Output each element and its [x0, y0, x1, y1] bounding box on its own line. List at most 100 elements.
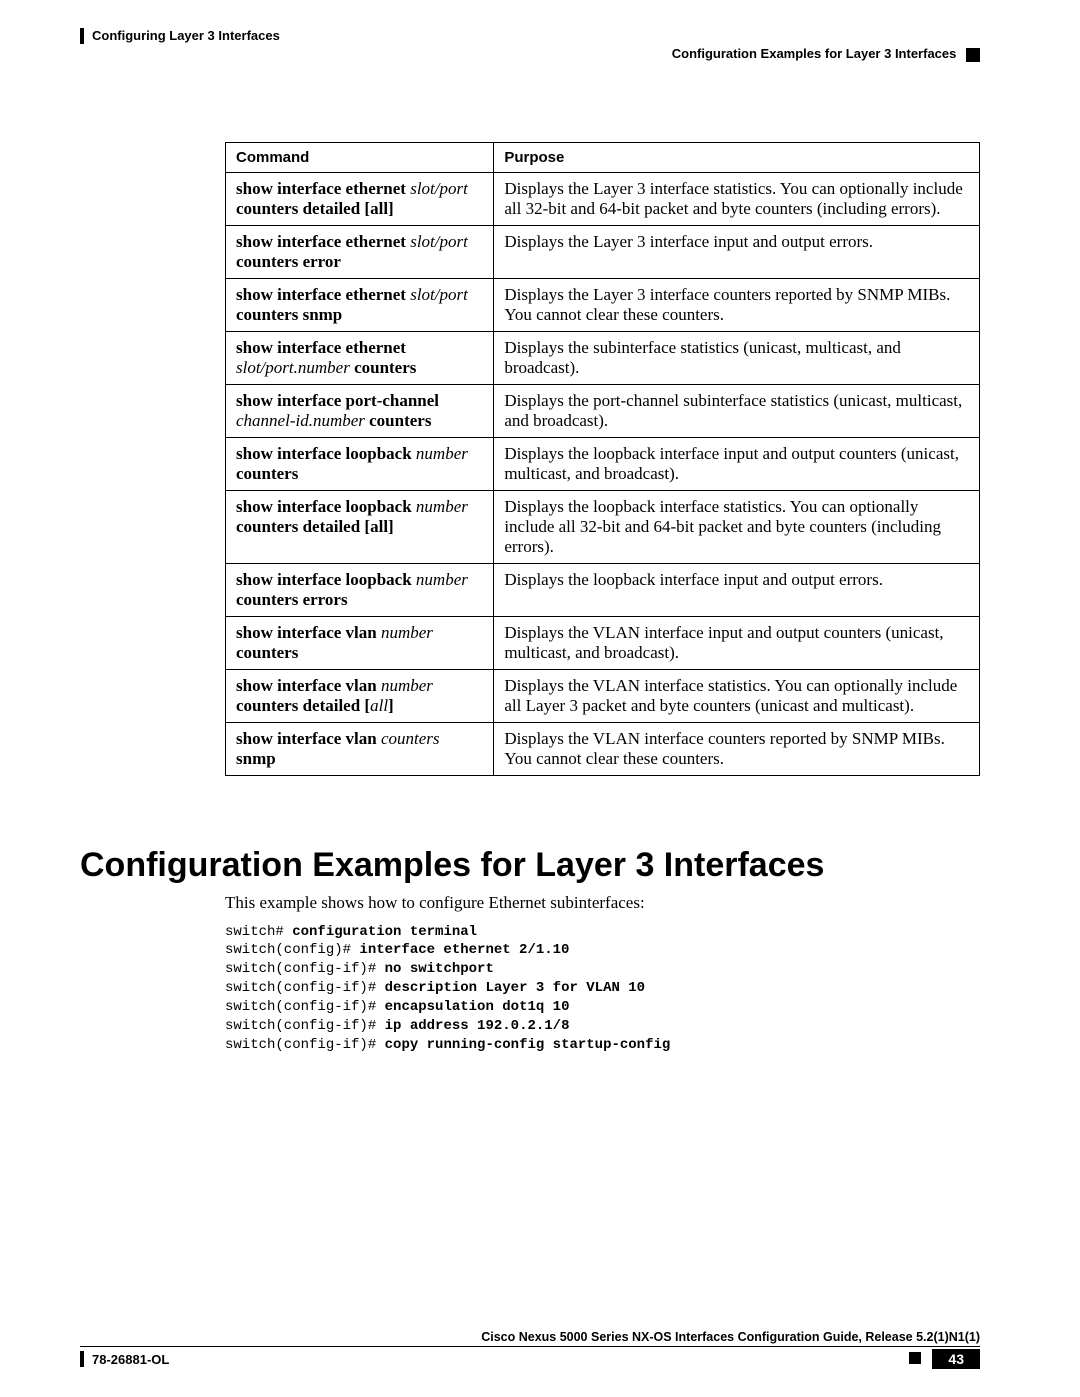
code-command: ip address 192.0.2.1/8: [385, 1018, 570, 1034]
table-row: show interface ethernet slot/port counte…: [226, 278, 980, 331]
header-tick-icon: [80, 28, 84, 44]
cmd-text: counters: [236, 643, 298, 662]
cmd-text: show interface ethernet: [236, 285, 410, 304]
command-cell: show interface ethernet slot/port counte…: [226, 225, 494, 278]
cmd-text: counters: [365, 411, 432, 430]
purpose-cell: Displays the VLAN interface counters rep…: [494, 722, 980, 775]
command-cell: show interface ethernet slot/port counte…: [226, 278, 494, 331]
code-command: no switchport: [385, 961, 494, 977]
cmd-text: counters detailed [all]: [236, 517, 394, 536]
cmd-arg: counters: [381, 729, 440, 748]
purpose-cell: Displays the subinterface statistics (un…: [494, 331, 980, 384]
cmd-text: counters errors: [236, 590, 348, 609]
table-row: show interface ethernet slot/port counte…: [226, 172, 980, 225]
page-number: 43: [932, 1349, 980, 1369]
cmd-text: counters: [236, 464, 298, 483]
table-row: show interface ethernet slot/port counte…: [226, 225, 980, 278]
cmd-text: show interface ethernet: [236, 232, 410, 251]
cmd-text: counters snmp: [236, 305, 342, 324]
purpose-cell: Displays the Layer 3 interface statistic…: [494, 172, 980, 225]
chapter-title: Configuring Layer 3 Interfaces: [92, 28, 280, 43]
cmd-arg: slot/port: [410, 179, 468, 198]
cmd-arg: all: [370, 696, 388, 715]
cmd-text: snmp: [236, 749, 276, 768]
cmd-text: counters detailed [: [236, 696, 370, 715]
cmd-text: show interface vlan: [236, 729, 381, 748]
footer-right: 43: [909, 1351, 980, 1367]
cmd-text: show interface vlan: [236, 623, 381, 642]
header-box-icon: [966, 48, 980, 62]
footer-doc-title: Cisco Nexus 5000 Series NX-OS Interfaces…: [80, 1330, 980, 1347]
cmd-arg: number: [416, 444, 468, 463]
code-prompt: switch(config-if)#: [225, 1018, 385, 1034]
table-row: show interface loopback number countersD…: [226, 437, 980, 490]
purpose-cell: Displays the Layer 3 interface counters …: [494, 278, 980, 331]
command-cell: show interface loopback number counters …: [226, 563, 494, 616]
intro-text: This example shows how to configure Ethe…: [225, 893, 980, 913]
table-row: show interface ethernet slot/port.number…: [226, 331, 980, 384]
cmd-arg: slot/port: [410, 285, 468, 304]
table-row: show interface port-channel channel-id.n…: [226, 384, 980, 437]
cmd-arg: channel-id.number: [236, 411, 365, 430]
cmd-arg: slot/port.number: [236, 358, 350, 377]
code-example: switch# configuration terminal switch(co…: [225, 923, 980, 1055]
cmd-text: show interface vlan: [236, 676, 381, 695]
code-prompt: switch#: [225, 924, 292, 940]
code-command: description Layer 3 for VLAN 10: [385, 980, 645, 996]
cmd-text: counters: [350, 358, 417, 377]
code-prompt: switch(config)#: [225, 942, 359, 958]
th-command: Command: [226, 142, 494, 172]
cmd-text: show interface port-channel: [236, 391, 439, 410]
table-row: show interface vlan counters snmpDisplay…: [226, 722, 980, 775]
cmd-text: counters detailed [all]: [236, 199, 394, 218]
section-crumb: Configuration Examples for Layer 3 Inter…: [672, 46, 957, 61]
cmd-text: show interface loopback: [236, 497, 416, 516]
command-cell: show interface ethernet slot/port.number…: [226, 331, 494, 384]
command-table: Command Purpose show interface ethernet …: [225, 142, 980, 776]
purpose-cell: Displays the VLAN interface statistics. …: [494, 669, 980, 722]
page: Configuring Layer 3 Interfaces Configura…: [0, 0, 1080, 1397]
header-right: Configuration Examples for Layer 3 Inter…: [672, 28, 980, 62]
code-prompt: switch(config-if)#: [225, 999, 385, 1015]
command-cell: show interface loopback number counters …: [226, 490, 494, 563]
cmd-text: show interface loopback: [236, 570, 416, 589]
cmd-text: counters error: [236, 252, 341, 271]
table-row: show interface vlan number countersDispl…: [226, 616, 980, 669]
command-cell: show interface loopback number counters: [226, 437, 494, 490]
cmd-arg: number: [381, 676, 433, 695]
command-cell: show interface ethernet slot/port counte…: [226, 172, 494, 225]
table-row: show interface loopback number counters …: [226, 490, 980, 563]
cmd-arg: slot/port: [410, 232, 468, 251]
section-heading: Configuration Examples for Layer 3 Inter…: [80, 846, 980, 885]
cmd-text: show interface ethernet: [236, 179, 410, 198]
header-left: Configuring Layer 3 Interfaces: [80, 28, 280, 44]
code-prompt: switch(config-if)#: [225, 1037, 385, 1053]
purpose-cell: Displays the port-channel subinterface s…: [494, 384, 980, 437]
table-row: show interface vlan number counters deta…: [226, 669, 980, 722]
footer-left: 78-26881-OL: [80, 1351, 169, 1367]
cmd-arg: number: [381, 623, 433, 642]
cmd-text: show interface loopback: [236, 444, 416, 463]
purpose-cell: Displays the loopback interface input an…: [494, 563, 980, 616]
page-footer: Cisco Nexus 5000 Series NX-OS Interfaces…: [80, 1330, 980, 1367]
purpose-cell: Displays the Layer 3 interface input and…: [494, 225, 980, 278]
content: Command Purpose show interface ethernet …: [225, 142, 980, 776]
section-body: This example shows how to configure Ethe…: [225, 893, 980, 1055]
code-prompt: switch(config-if)#: [225, 980, 385, 996]
footer-tick-icon: [80, 1351, 84, 1367]
command-cell: show interface port-channel channel-id.n…: [226, 384, 494, 437]
code-prompt: switch(config-if)#: [225, 961, 385, 977]
command-cell: show interface vlan counters snmp: [226, 722, 494, 775]
page-header: Configuring Layer 3 Interfaces Configura…: [80, 28, 980, 62]
th-purpose: Purpose: [494, 142, 980, 172]
cmd-text: ]: [388, 696, 394, 715]
command-cell: show interface vlan number counters: [226, 616, 494, 669]
cmd-text: show interface ethernet: [236, 338, 406, 357]
doc-number: 78-26881-OL: [92, 1352, 169, 1367]
footer-box-icon: [909, 1352, 921, 1364]
code-command: encapsulation dot1q 10: [385, 999, 570, 1015]
purpose-cell: Displays the loopback interface statisti…: [494, 490, 980, 563]
code-command: interface ethernet 2/1.10: [359, 942, 569, 958]
cmd-arg: number: [416, 570, 468, 589]
cmd-arg: number: [416, 497, 468, 516]
